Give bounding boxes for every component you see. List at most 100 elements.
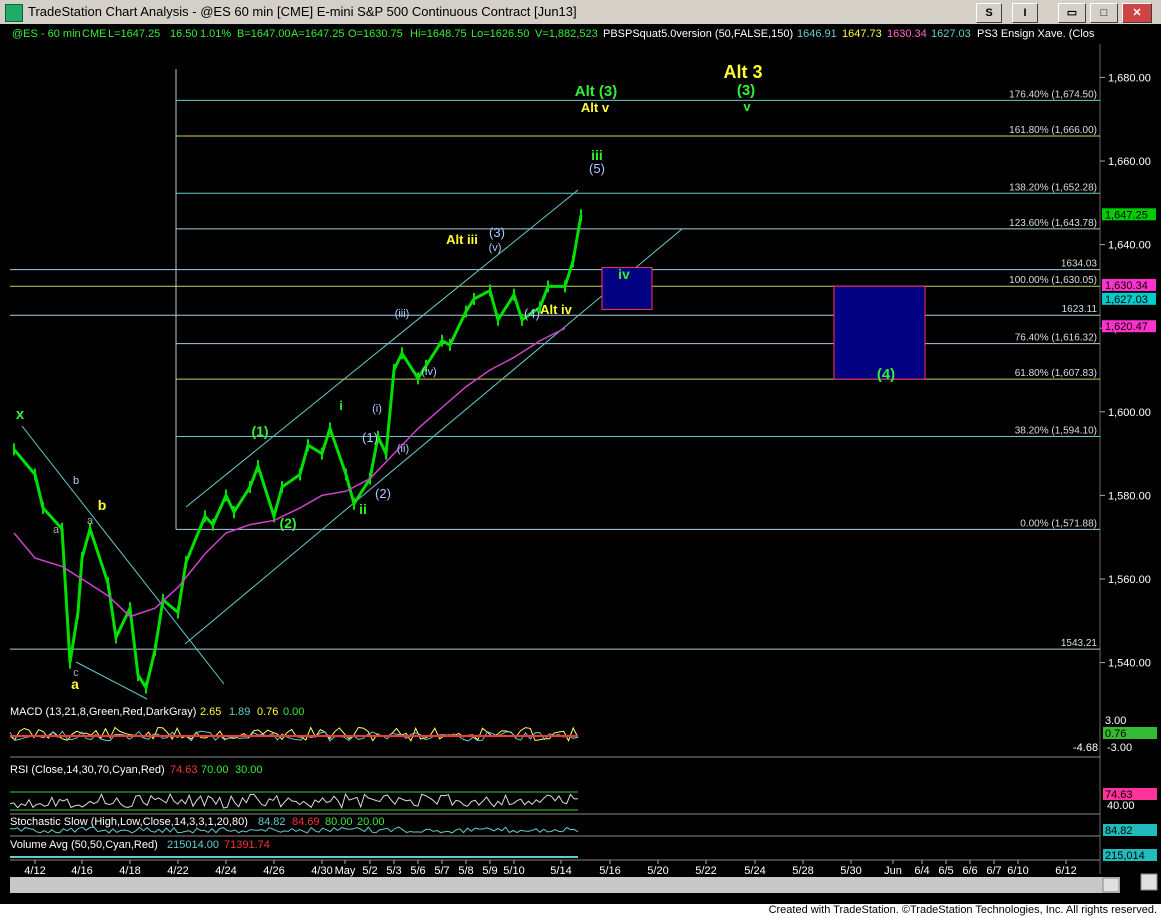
fib-line-label: 161.80% (1,666.00): [1009, 125, 1097, 136]
x-tick-label: 4/22: [167, 865, 188, 877]
macd-axis-bottom: -3.00: [1107, 742, 1132, 754]
y-tick-label: 1,540.00: [1108, 658, 1151, 670]
fib-line-label: 1634.03: [1061, 259, 1098, 270]
header-ind-v4: 1627.03: [931, 28, 971, 40]
header-bid: B=1647.00: [237, 28, 291, 40]
wave-label: (ii): [397, 443, 409, 455]
price-tag-label: 1,627.03: [1105, 294, 1148, 306]
wave-label: (v): [489, 242, 502, 254]
minimize-button[interactable]: ▭: [1058, 3, 1086, 23]
volume-tag: 215,014: [1105, 850, 1145, 862]
header-open: O=1630.75: [348, 28, 403, 40]
fib-line-label: 138.20% (1,652.28): [1009, 182, 1097, 193]
fib-line-label: 61.80% (1,607.83): [1015, 368, 1097, 379]
x-tick-label: 5/6: [410, 865, 425, 877]
wave-label: Alt (3): [575, 83, 618, 100]
wave-label: i: [339, 398, 343, 413]
fib-line-label: 123.60% (1,643.78): [1009, 218, 1097, 229]
header-ind-name2: PS3 Ensign Xave. (Clos: [977, 28, 1095, 40]
x-tick-label: 6/6: [962, 865, 977, 877]
x-tick-label: 5/2: [362, 865, 377, 877]
stoch-tag: 84.82: [1105, 825, 1133, 837]
header-ask: A=1647.25: [291, 28, 345, 40]
x-tick-label: 4/16: [71, 865, 92, 877]
x-tick-label: 4/12: [24, 865, 45, 877]
symbol-button[interactable]: S: [976, 3, 1002, 23]
header-high: Hi=1648.75: [410, 28, 467, 40]
window-titlebar: TradeStation Chart Analysis - @ES 60 min…: [0, 0, 1161, 25]
price-tag-label: 1,620.47: [1105, 321, 1148, 333]
window-title: TradeStation Chart Analysis - @ES 60 min…: [28, 4, 577, 19]
rsi-v1: 74.63: [170, 764, 198, 776]
zoom-button[interactable]: [1140, 873, 1158, 891]
macd-v2: 1.89: [229, 706, 250, 718]
rsi-v3: 30.00: [235, 764, 263, 776]
wave-label: (i): [372, 403, 382, 415]
wave-label: (1): [251, 423, 268, 439]
wave-label: v: [743, 99, 751, 114]
wave-label: (4): [877, 366, 895, 383]
wave-label: x: [16, 406, 25, 423]
x-tick-label: 5/14: [550, 865, 571, 877]
x-tick-label: 6/7: [986, 865, 1001, 877]
price-tag-label: 1,630.34: [1105, 280, 1148, 292]
volume-v1: 215014.00: [167, 839, 219, 851]
macd-v4: 0.00: [283, 706, 304, 718]
x-tick-label: 5/30: [840, 865, 861, 877]
fib-line-label: 76.40% (1,616.32): [1015, 333, 1097, 344]
y-tick-label: 1,680.00: [1108, 72, 1151, 84]
x-tick-label: 4/26: [263, 865, 284, 877]
scroll-right-button[interactable]: [1102, 877, 1120, 893]
macd-tag2: -4.68: [1073, 742, 1098, 754]
wave-label: Alt v: [581, 100, 610, 115]
y-tick-label: 1,560.00: [1108, 574, 1151, 586]
x-tick-label: 4/24: [215, 865, 236, 877]
maximize-button[interactable]: □: [1090, 3, 1118, 23]
wave-label: Alt iv: [540, 302, 573, 317]
x-tick-label: 5/16: [599, 865, 620, 877]
close-button[interactable]: ✕: [1122, 3, 1152, 23]
chart-area[interactable]: @ES - 60 min CME L=1647.25 16.50 1.01% B…: [0, 24, 1161, 904]
x-tick-label: 6/12: [1055, 865, 1076, 877]
x-tick-label: 5/22: [695, 865, 716, 877]
x-tick-label: May: [335, 865, 356, 877]
wave-label: a: [53, 524, 60, 536]
x-tick-label: 5/7: [434, 865, 449, 877]
footer-credit: Created with TradeStation. ©TradeStation…: [768, 904, 1157, 916]
x-tick-label: 6/10: [1007, 865, 1028, 877]
x-tick-label: 5/3: [386, 865, 401, 877]
wave-label: (5): [589, 161, 605, 176]
fib-line-label: 1543.21: [1061, 638, 1098, 649]
x-tick-label: 5/8: [458, 865, 473, 877]
indicator-button[interactable]: I: [1012, 3, 1038, 23]
wave-label: (3): [489, 225, 505, 240]
header-low: Lo=1626.50: [471, 28, 529, 40]
footer: Created with TradeStation. ©TradeStation…: [0, 904, 1161, 918]
wave-label: iv: [618, 266, 630, 282]
header-ind-v1: 1646.91: [797, 28, 837, 40]
wave-label: (3): [737, 82, 755, 99]
wave-label: b: [98, 497, 107, 513]
rsi-label: RSI (Close,14,30,70,Cyan,Red): [10, 764, 165, 776]
header-ind-v3: 1630.34: [887, 28, 927, 40]
y-tick-label: 1,580.00: [1108, 490, 1151, 502]
wave-label: (iii): [395, 308, 410, 320]
wave-label: (2): [279, 515, 296, 531]
wave-label: Alt iii: [446, 232, 478, 247]
y-tick-label: 1,600.00: [1108, 407, 1151, 419]
header-indicator: PBSPSquat5.0version (50,FALSE,150): [603, 28, 793, 40]
x-tick-label: 6/4: [914, 865, 929, 877]
stoch-label: Stochastic Slow (High,Low,Close,14,3,3,1…: [10, 816, 248, 828]
fib-line-label: 176.40% (1,674.50): [1009, 89, 1097, 100]
macd-v1: 2.65: [200, 706, 221, 718]
app-icon: [5, 4, 23, 22]
wave-label: (1): [362, 430, 378, 445]
header-exchange: CME: [82, 28, 106, 40]
header-change-pct: 1.01%: [200, 28, 231, 40]
y-tick-label: 1,640.00: [1108, 240, 1151, 252]
wave-label: a: [71, 676, 79, 692]
header-volume: V=1,882,523: [535, 28, 598, 40]
x-tick-label: 5/20: [647, 865, 668, 877]
horizontal-scrollbar[interactable]: [10, 877, 1120, 893]
macd-v3: 0.76: [257, 706, 278, 718]
